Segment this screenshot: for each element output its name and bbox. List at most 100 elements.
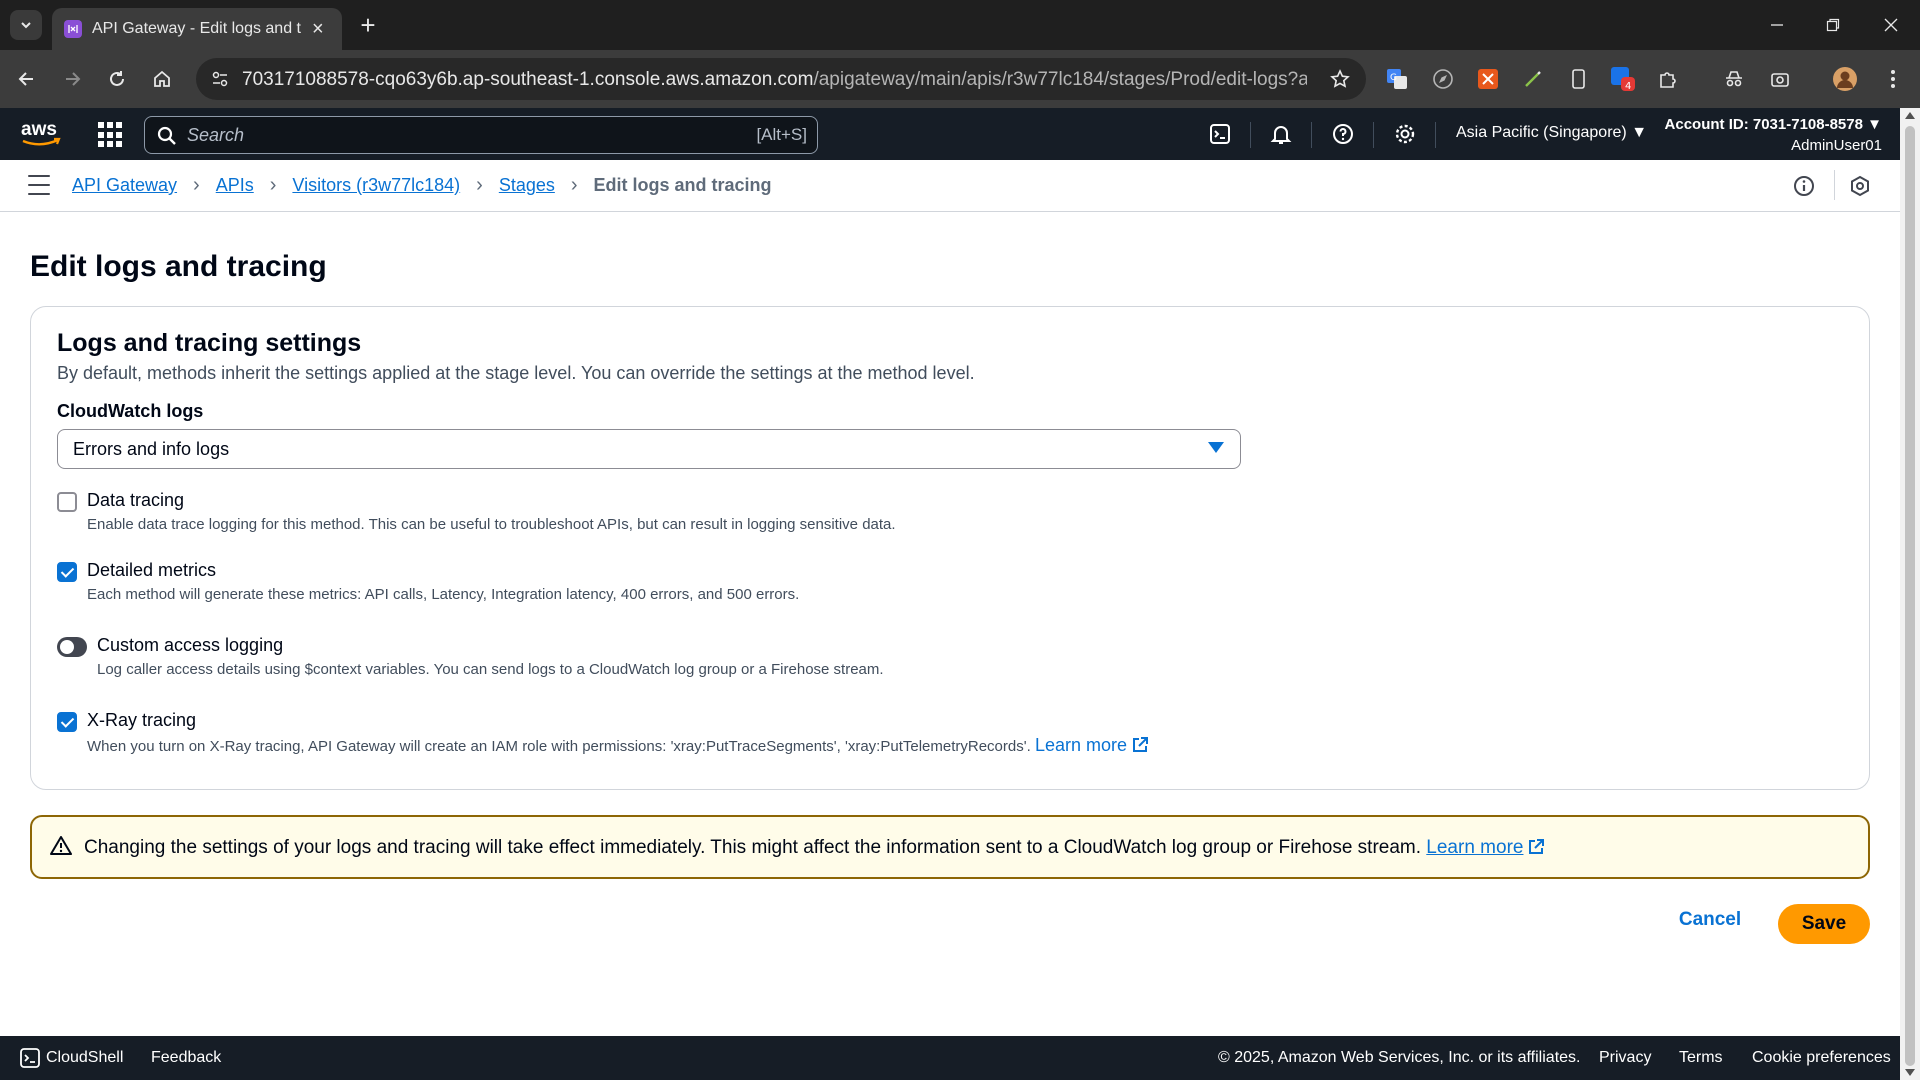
detailed-metrics-label[interactable]: Detailed metrics: [87, 560, 216, 581]
alert-learn-more-link[interactable]: Learn more: [1426, 837, 1545, 858]
account-menu[interactable]: Account ID: 7031-7108-8578 ▼ AdminUser01: [1665, 116, 1882, 154]
site-info-button[interactable]: [206, 65, 234, 93]
reload-button[interactable]: [102, 64, 132, 94]
save-button[interactable]: Save: [1778, 904, 1870, 944]
external-link-icon: [1133, 737, 1148, 752]
region-label: Asia Pacific (Singapore): [1456, 124, 1627, 141]
extensions-button[interactable]: [1653, 64, 1683, 94]
cancel-button[interactable]: Cancel: [1670, 900, 1750, 940]
browser-toolbar: 703171088578-cqo63y6b.ap-southeast-1.con…: [0, 50, 1920, 108]
chevron-right-icon: ›: [193, 174, 200, 196]
incognito-button[interactable]: [1719, 64, 1749, 94]
star-icon: [1330, 69, 1350, 88]
restore-button[interactable]: [1816, 8, 1850, 42]
page-scrollbar[interactable]: [1900, 108, 1920, 1080]
search-icon: [157, 126, 176, 145]
home-button[interactable]: [147, 64, 177, 94]
footer-feedback-link[interactable]: Feedback: [151, 1049, 221, 1067]
url-host: 703171088578-cqo63y6b.ap-southeast-1.con…: [242, 69, 814, 90]
notifications-button[interactable]: [1267, 120, 1295, 148]
footer-terms-link[interactable]: Terms: [1679, 1049, 1723, 1067]
browser-tab-bar: API Gateway - Edit logs and tracing × +: [0, 0, 1920, 50]
bell-icon: [1270, 126, 1292, 144]
tab-close-icon[interactable]: ×: [312, 19, 324, 39]
chevron-down-icon: [21, 22, 31, 29]
tutorial-panel-button[interactable]: [1846, 172, 1874, 200]
camera-icon: [1771, 73, 1789, 87]
compass-extension[interactable]: [1428, 64, 1458, 94]
footer-cloudshell-link[interactable]: CloudShell: [46, 1049, 123, 1067]
device-extension[interactable]: [1563, 64, 1593, 94]
footer-copyright: © 2025, Amazon Web Services, Inc. or its…: [1218, 1049, 1581, 1066]
detailed-metrics-checkbox[interactable]: [57, 562, 77, 582]
cloudwatch-logs-value: Errors and info logs: [73, 439, 230, 459]
warning-alert-text-row: Changing the settings of your logs and t…: [84, 837, 1545, 859]
breadcrumb-bar: API Gateway › APIs › Visitors (r3w77lc18…: [0, 160, 1900, 212]
address-bar[interactable]: 703171088578-cqo63y6b.ap-southeast-1.con…: [196, 58, 1366, 100]
close-window-button[interactable]: [1874, 8, 1908, 42]
chevron-right-icon: ›: [269, 174, 277, 196]
xray-tracing-checkbox[interactable]: [57, 712, 77, 732]
badge-extension[interactable]: 4: [1608, 64, 1638, 94]
bookmark-button[interactable]: [1326, 65, 1354, 93]
settings-button[interactable]: [1391, 120, 1419, 148]
services-menu-icon[interactable]: [98, 122, 124, 148]
extension-badge-count: 4: [1625, 81, 1631, 92]
search-input[interactable]: [187, 123, 687, 147]
console-search[interactable]: [Alt+S]: [144, 116, 818, 154]
page-title: Edit logs and tracing: [30, 250, 327, 283]
cloudshell-button[interactable]: [1206, 120, 1234, 148]
menu-icon[interactable]: [28, 175, 50, 195]
scroll-down-icon[interactable]: [1905, 1069, 1915, 1076]
compass-icon: [1433, 69, 1453, 89]
alert-learn-more-label: Learn more: [1426, 837, 1524, 858]
breadcrumb-visitors[interactable]: Visitors (r3w77lc184): [292, 175, 460, 196]
console-footer: CloudShell Feedback © 2025, Amazon Web S…: [0, 1036, 1900, 1080]
terminal-icon: [1210, 124, 1230, 144]
browser-menu-button[interactable]: [1878, 64, 1908, 94]
arrow-left-icon: [18, 72, 33, 86]
breadcrumb-api-gateway[interactable]: API Gateway: [72, 175, 177, 196]
custom-access-logging-label[interactable]: Custom access logging: [97, 635, 283, 656]
account-user: AdminUser01: [1791, 137, 1882, 154]
scrollbar-thumb[interactable]: [1905, 126, 1915, 1066]
pen-extension[interactable]: [1518, 64, 1548, 94]
search-shortcut: [Alt+S]: [756, 125, 807, 144]
custom-access-logging-description: Log caller access details using $context…: [97, 661, 884, 678]
url-text[interactable]: 703171088578-cqo63y6b.ap-southeast-1.con…: [242, 69, 1307, 91]
tab-search-button[interactable]: [10, 10, 42, 40]
breadcrumb-stages[interactable]: Stages: [499, 175, 555, 196]
info-panel-button[interactable]: [1790, 172, 1818, 200]
cloudshell-icon[interactable]: [20, 1048, 40, 1068]
back-button[interactable]: [12, 64, 42, 94]
custom-access-logging-toggle[interactable]: [57, 637, 87, 657]
data-tracing-description: Enable data trace logging for this metho…: [87, 516, 896, 533]
region-selector[interactable]: Asia Pacific (Singapore) ▼: [1456, 124, 1647, 142]
breadcrumb: API Gateway › APIs › Visitors (r3w77lc18…: [72, 174, 772, 197]
external-link-icon: [1529, 839, 1545, 854]
new-tab-button[interactable]: +: [353, 10, 383, 40]
data-tracing-label[interactable]: Data tracing: [87, 490, 184, 511]
help-button[interactable]: [1329, 120, 1357, 148]
xray-tracing-label[interactable]: X-Ray tracing: [87, 710, 196, 731]
screenshot-button[interactable]: [1765, 64, 1795, 94]
minimize-button[interactable]: [1760, 8, 1794, 42]
scroll-up-icon[interactable]: [1905, 112, 1915, 119]
profile-avatar[interactable]: [1830, 64, 1860, 94]
close-icon: [1884, 18, 1898, 32]
warning-alert: Changing the settings of your logs and t…: [30, 815, 1870, 879]
chevron-right-icon: ›: [476, 174, 483, 196]
data-tracing-checkbox[interactable]: [57, 492, 77, 512]
xray-learn-more-link[interactable]: Learn more: [1035, 735, 1149, 755]
footer-privacy-link[interactable]: Privacy: [1599, 1049, 1651, 1067]
orange-extension[interactable]: [1473, 64, 1503, 94]
account-id: Account ID: 7031-7108-8578: [1664, 116, 1863, 133]
browser-tab-active[interactable]: API Gateway - Edit logs and tracing ×: [52, 8, 342, 50]
warning-alert-text: Changing the settings of your logs and t…: [84, 837, 1422, 858]
breadcrumb-apis[interactable]: APIs: [216, 175, 254, 196]
cloudwatch-logs-select[interactable]: Errors and info logs: [57, 429, 1241, 469]
forward-button[interactable]: [57, 64, 87, 94]
google-translate-extension[interactable]: G: [1382, 64, 1412, 94]
aws-logo[interactable]: aws: [20, 118, 62, 155]
footer-cookie-preferences-link[interactable]: Cookie preferences: [1752, 1049, 1891, 1067]
